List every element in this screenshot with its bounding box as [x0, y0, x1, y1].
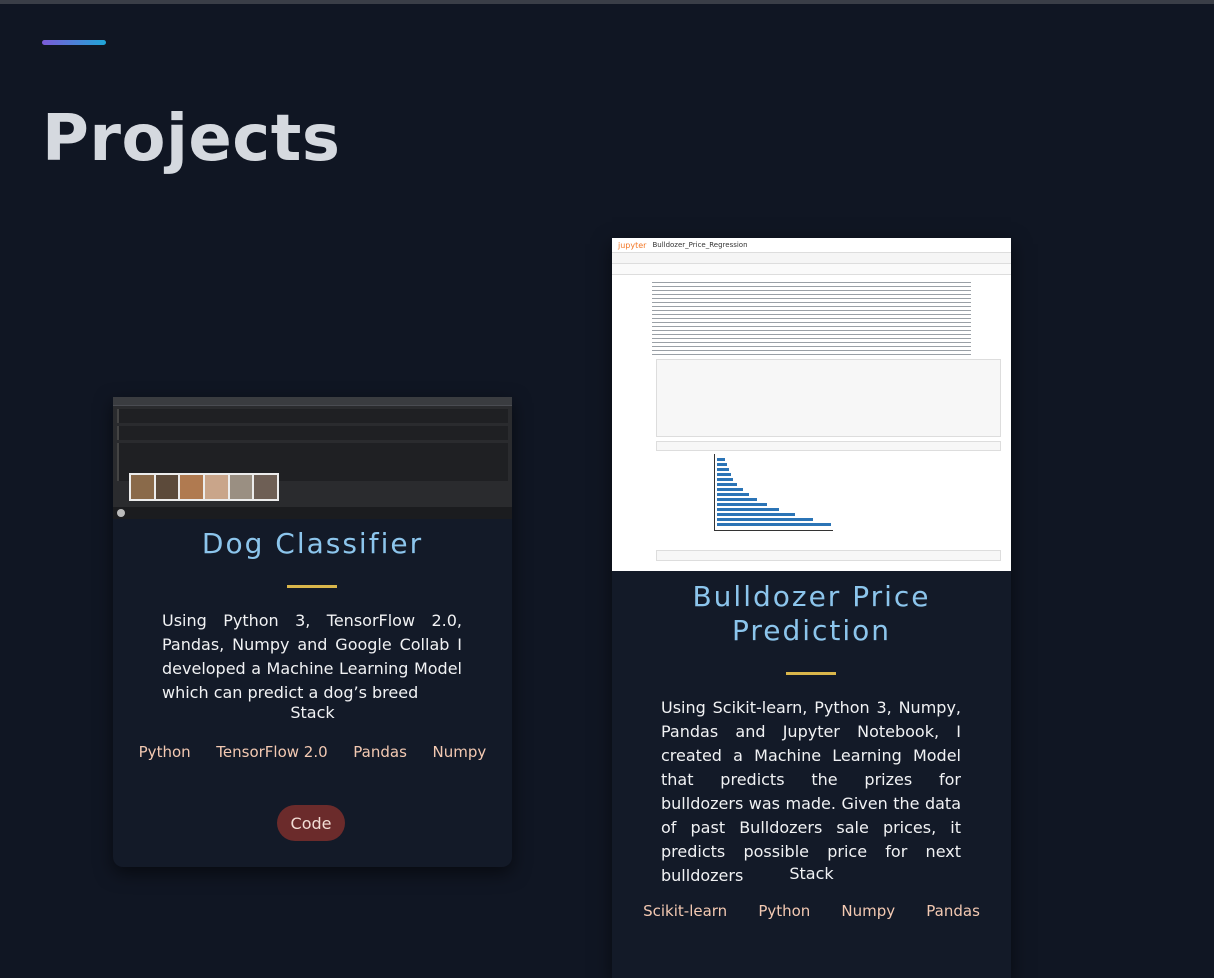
stack-tag: Pandas [926, 902, 980, 920]
stack-tag: TensorFlow 2.0 [216, 743, 328, 761]
code-button[interactable]: Code [277, 805, 345, 841]
stack-tag: Numpy [432, 743, 487, 761]
gear-icon [117, 509, 125, 517]
feature-importance-chart [714, 454, 833, 531]
stack-tag: Python [758, 902, 811, 920]
project-description: Using Python 3, TensorFlow 2.0, Pandas, … [162, 611, 462, 702]
stack-tag: Python [138, 743, 191, 761]
dog-image-strip [129, 473, 279, 501]
jupyter-logo: jupyter [618, 240, 647, 250]
stack-tags: Scikit-learn Python Numpy Pandas [612, 902, 1011, 920]
stack-tag: Scikit-learn [643, 902, 728, 920]
page-title: Projects [42, 102, 341, 176]
project-title: Dog Classifier [201, 527, 424, 560]
project-title-line-1: Bulldozer Price [692, 580, 931, 613]
project-card-dog-classifier: Dog Classifier Using Python 3, TensorFlo… [113, 397, 512, 867]
notebook-name: Bulldozer_Price_Regression [652, 241, 748, 249]
project-title-line-2: Prediction [731, 614, 892, 647]
project-screenshot-dog-notebook [113, 397, 512, 519]
project-title: Bulldozer Price Prediction [612, 580, 1011, 648]
section-accent-line [42, 40, 106, 45]
project-card-bulldozer: jupyter Bulldozer_Price_Regression Bulld [612, 238, 1011, 978]
stack-label: Stack [789, 864, 834, 883]
project-screenshot-jupyter-notebook: jupyter Bulldozer_Price_Regression [612, 238, 1011, 571]
stack-tag: Numpy [841, 902, 896, 920]
title-divider [287, 585, 337, 588]
stack-tags: Python TensorFlow 2.0 Pandas Numpy [113, 743, 512, 761]
top-border [0, 0, 1214, 4]
stack-tag: Pandas [353, 743, 407, 761]
stack-label: Stack [290, 703, 335, 722]
project-description: Using Scikit-learn, Python 3, Numpy, Pan… [661, 698, 961, 885]
title-divider [786, 672, 836, 675]
